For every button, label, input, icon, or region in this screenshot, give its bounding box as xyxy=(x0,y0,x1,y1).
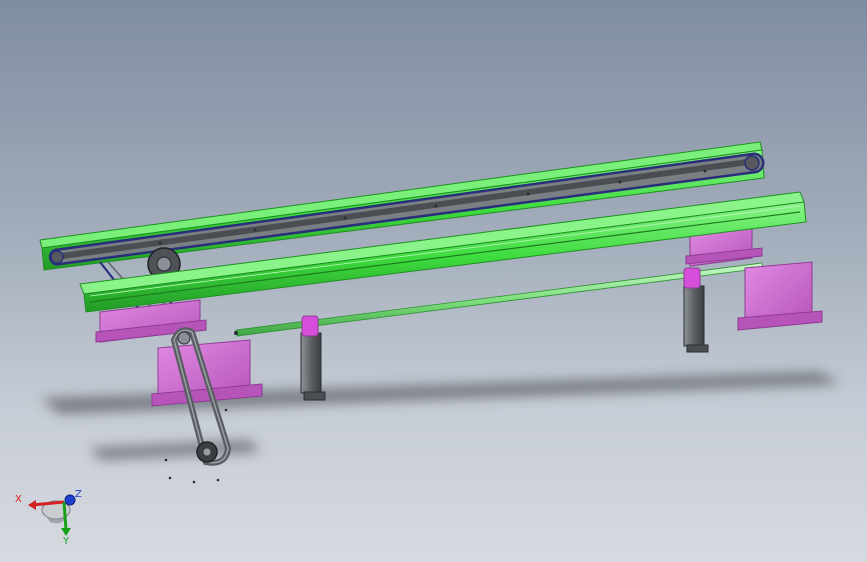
triad-z-label: Z xyxy=(75,489,82,500)
triad-y-label: Y xyxy=(62,536,70,546)
triad-x-label: X xyxy=(15,494,22,505)
shaft-support-right[interactable] xyxy=(683,267,709,353)
upper-drive-sprocket[interactable] xyxy=(177,331,191,345)
conveyor-assembly-model[interactable] xyxy=(0,0,867,562)
cad-viewport[interactable]: X Y Z xyxy=(0,0,867,562)
back-head-pulley[interactable] xyxy=(744,155,760,171)
front-right-bracket[interactable] xyxy=(737,261,823,331)
view-triad-icon[interactable]: X Y Z xyxy=(12,486,82,546)
back-idler-pulley[interactable] xyxy=(50,250,64,264)
shaft-support-left[interactable] xyxy=(300,315,326,401)
